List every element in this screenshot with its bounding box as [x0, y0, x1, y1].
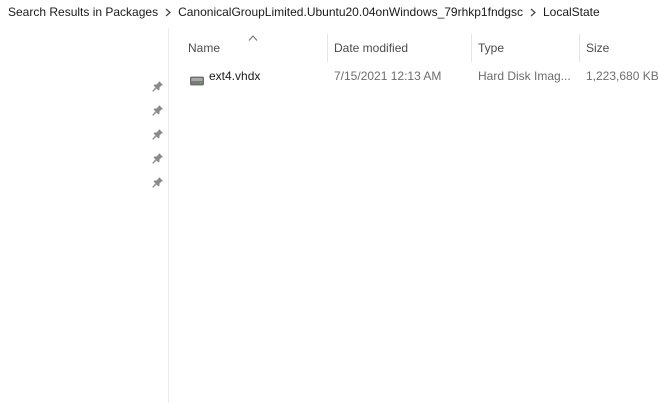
- chevron-right-icon[interactable]: [160, 8, 176, 17]
- file-size: 1,223,680 KB: [586, 69, 658, 83]
- column-divider[interactable]: [579, 34, 580, 62]
- column-header-date-modified[interactable]: Date modified: [334, 39, 470, 57]
- column-header-size[interactable]: Size: [586, 39, 656, 57]
- chevron-right-icon[interactable]: [525, 8, 541, 17]
- breadcrumb-item-search-results[interactable]: Search Results in Packages: [8, 5, 158, 19]
- virtual-disk-icon: [190, 71, 204, 86]
- file-name[interactable]: ext4.vhdx: [209, 65, 324, 87]
- file-type: Hard Disk Imag...: [478, 69, 571, 83]
- file-row[interactable]: ext4.vhdx 7/15/2021 12:13 AM Hard Disk I…: [170, 65, 658, 87]
- navigation-pane[interactable]: [0, 28, 169, 403]
- column-divider[interactable]: [327, 34, 328, 62]
- column-header-name[interactable]: Name: [188, 39, 326, 57]
- file-date-modified: 7/15/2021 12:13 AM: [334, 69, 442, 83]
- pin-icon[interactable]: [152, 104, 164, 116]
- breadcrumb-item-localstate[interactable]: LocalState: [543, 5, 600, 19]
- pin-icon[interactable]: [152, 152, 164, 164]
- file-explorer-window: Search Results in Packages CanonicalGrou…: [0, 0, 658, 403]
- sort-ascending-icon: [248, 29, 258, 41]
- breadcrumb-item-package[interactable]: CanonicalGroupLimited.Ubuntu20.04onWindo…: [178, 5, 523, 19]
- file-list[interactable]: Name Date modified Type Size ext4.vhdx 7…: [170, 28, 658, 403]
- pin-icon[interactable]: [152, 128, 164, 140]
- column-header-type[interactable]: Type: [478, 39, 578, 57]
- column-divider[interactable]: [471, 34, 472, 62]
- pin-icon[interactable]: [152, 80, 164, 92]
- pin-icon[interactable]: [152, 176, 164, 188]
- breadcrumb: Search Results in Packages CanonicalGrou…: [0, 0, 658, 24]
